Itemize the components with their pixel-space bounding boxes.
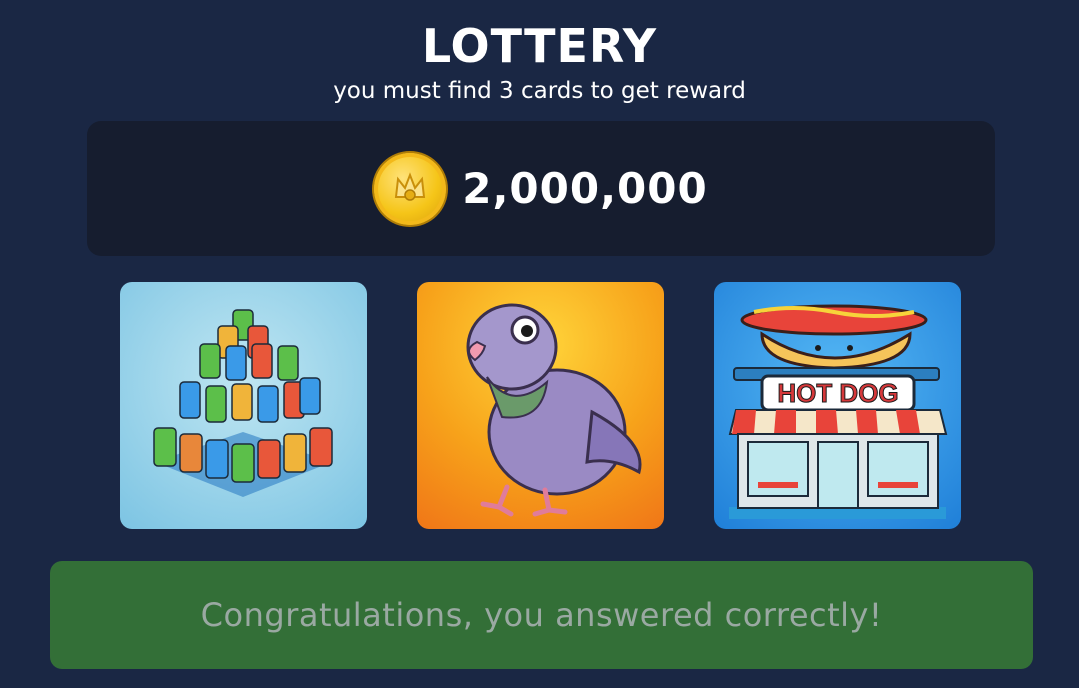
gold-coin-icon <box>374 152 447 225</box>
hot-dog-stand-icon: HOT DOG <box>728 304 948 519</box>
reward-panel: 2,000,000 <box>87 121 995 256</box>
hot-dog-sign-text: HOT DOG <box>777 378 898 408</box>
soda-cans-icon <box>153 309 333 497</box>
page-subtitle: you must find 3 cards to get reward <box>333 78 746 104</box>
pigeon-icon <box>466 303 642 517</box>
card-pigeon[interactable] <box>417 282 664 529</box>
card-soda-cans[interactable] <box>120 282 367 529</box>
result-banner: Congratulations, you answered correctly! <box>50 561 1033 669</box>
reward-amount: 2,000,000 <box>462 164 708 213</box>
card-hot-dog-stand[interactable]: HOT DOG <box>714 282 961 529</box>
result-message: Congratulations, you answered correctly! <box>200 596 883 634</box>
page-title: LOTTERY <box>421 19 658 73</box>
